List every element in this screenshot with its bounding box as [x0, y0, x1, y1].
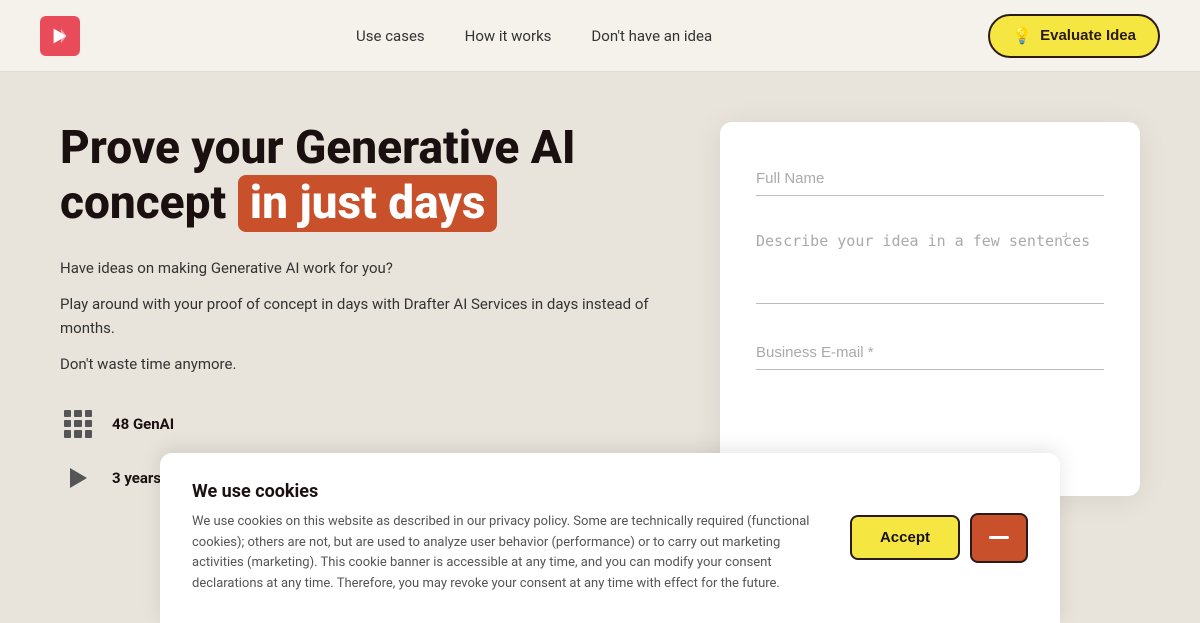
- cookie-buttons: Accept: [850, 481, 1028, 595]
- email-input[interactable]: [756, 336, 1104, 370]
- full-name-field: [756, 162, 1104, 196]
- hero-desc-3: Don't waste time anymore.: [60, 352, 660, 376]
- hero-section: Prove your Generative AI concept in just…: [60, 122, 660, 496]
- hero-desc-2: Play around with your proof of concept i…: [60, 292, 660, 340]
- decline-cookies-button[interactable]: [970, 513, 1028, 563]
- nav-use-cases[interactable]: Use cases: [356, 27, 425, 45]
- full-name-input[interactable]: [756, 162, 1104, 196]
- idea-field: ⌟: [756, 224, 1104, 308]
- play-icon: [60, 460, 96, 496]
- hero-title: Prove your Generative AI concept in just…: [60, 122, 660, 232]
- evaluate-idea-button[interactable]: 💡 Evaluate Idea: [988, 14, 1160, 58]
- cookie-text: We use cookies We use cookies on this we…: [192, 481, 826, 595]
- cookie-banner: We use cookies We use cookies on this we…: [160, 453, 1060, 623]
- navbar: Use cases How it works Don't have an ide…: [0, 0, 1200, 72]
- nav-links: Use cases How it works Don't have an ide…: [356, 27, 712, 45]
- hero-title-highlight: in just days: [238, 175, 498, 232]
- idea-textarea[interactable]: [756, 224, 1104, 304]
- nav-how-it-works[interactable]: How it works: [465, 27, 552, 45]
- logo-svg: [49, 25, 71, 47]
- email-field: [756, 336, 1104, 370]
- grid-icon: [60, 406, 96, 442]
- cookie-description: We use cookies on this website as descri…: [192, 512, 826, 595]
- hero-desc-1: Have ideas on making Generative AI work …: [60, 256, 660, 280]
- evaluate-idea-label: Evaluate Idea: [1040, 27, 1136, 44]
- bulb-icon: 💡: [1012, 26, 1032, 46]
- cookie-title: We use cookies: [192, 481, 826, 502]
- stat-text-1: 48 GenAI: [112, 415, 174, 433]
- form-panel: ⌟: [720, 122, 1140, 496]
- stat-item-1: 48 GenAI: [60, 406, 660, 442]
- hero-title-line2: concept: [60, 176, 238, 230]
- nav-no-idea[interactable]: Don't have an idea: [591, 27, 712, 45]
- logo[interactable]: [40, 16, 80, 56]
- hero-title-line1: Prove your Generative AI: [60, 121, 576, 175]
- logo-icon: [40, 16, 80, 56]
- accept-cookies-button[interactable]: Accept: [850, 515, 960, 560]
- resize-handle-icon: ⌟: [1061, 224, 1068, 240]
